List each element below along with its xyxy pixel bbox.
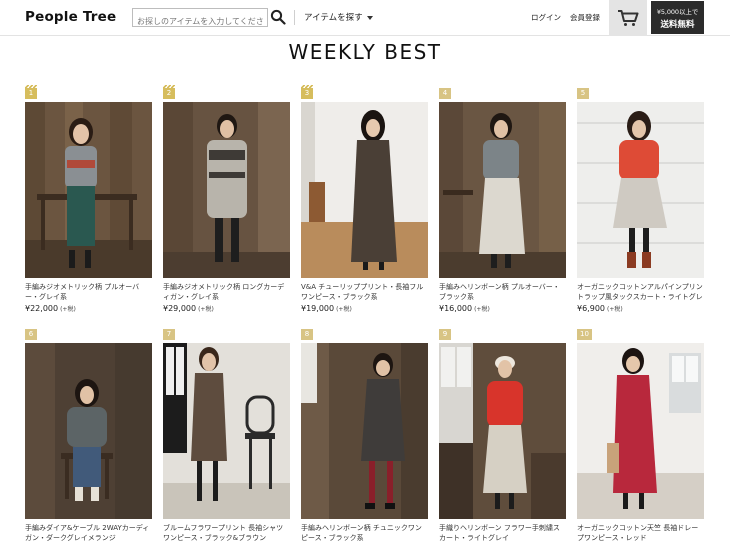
product-price: ¥16,000 (+税) <box>439 304 490 313</box>
rank-badge: 3 <box>301 85 313 99</box>
product-name[interactable]: ブルームフラワープリント 長袖シャツワンピース・ブラック&ブラウン <box>163 523 290 543</box>
product-photo[interactable] <box>163 102 290 278</box>
product-name[interactable]: 手編みヘリンボーン柄 チュニックワンピース・ブラック系 <box>301 523 428 543</box>
product-price: ¥22,000 (+税) <box>25 304 76 313</box>
product-image <box>163 343 290 519</box>
register-link[interactable]: 会員登録 <box>570 12 600 23</box>
find-item-menu[interactable]: アイテムを探す <box>304 11 373 23</box>
tax-note: (+税) <box>607 306 623 313</box>
rank-badge: 1 <box>25 85 37 99</box>
product-name[interactable]: 手織りヘリンボーン フラワー手刺繍スカート・ライトグレイ <box>439 523 566 543</box>
price-value: ¥6,900 <box>577 304 605 313</box>
product-image <box>439 102 566 278</box>
product-photo[interactable] <box>439 102 566 278</box>
search-field[interactable] <box>132 8 268 30</box>
product-name[interactable]: オーガニックコットンアルパインプリントラップ風タックスカート・ライトグレイ系 <box>577 282 704 302</box>
product-image <box>25 343 152 519</box>
price-value: ¥29,000 <box>163 304 197 313</box>
price-value: ¥22,000 <box>25 304 59 313</box>
price-value: ¥16,000 <box>439 304 473 313</box>
rank-badge: 2 <box>163 85 175 99</box>
product-price: ¥29,000 (+税) <box>163 304 214 313</box>
site-logo[interactable]: People Tree <box>25 9 116 25</box>
product-photo[interactable] <box>439 343 566 519</box>
login-link[interactable]: ログイン <box>531 12 561 23</box>
product-name[interactable]: オーガニックコットン天竺 長袖ドレープワンピース・レッド <box>577 523 704 543</box>
product-image <box>577 343 704 519</box>
product-price: ¥6,900 (+税) <box>577 304 623 313</box>
product-photo[interactable] <box>163 343 290 519</box>
product-photo[interactable] <box>577 343 704 519</box>
product-photo[interactable] <box>25 102 152 278</box>
product-price: ¥19,000 (+税) <box>301 304 352 313</box>
product-name[interactable]: 手編みジオメトリック柄 ロングカーディガン・グレイ系 <box>163 282 290 302</box>
rank-badge: 4 <box>439 88 451 99</box>
rank-badge: 8 <box>301 329 313 340</box>
product-photo[interactable] <box>25 343 152 519</box>
chevron-down-icon <box>366 15 373 20</box>
rank-badge: 7 <box>163 329 175 340</box>
tax-note: (+税) <box>474 306 490 313</box>
product-image <box>577 102 704 278</box>
product-name[interactable]: 手編みジオメトリック柄 プルオーバー・グレイ系 <box>25 282 152 302</box>
tax-note: (+税) <box>198 306 214 313</box>
tax-note: (+税) <box>336 306 352 313</box>
cart-button[interactable] <box>609 0 647 36</box>
shipping-threshold: ¥5,000以上で <box>656 8 699 16</box>
product-image <box>439 343 566 519</box>
price-value: ¥19,000 <box>301 304 335 313</box>
rank-badge: 9 <box>439 329 451 340</box>
tax-note: (+税) <box>60 306 76 313</box>
page-title: WEEKLY BEST <box>288 40 442 64</box>
product-name[interactable]: 手編みダイア&ケーブル 2WAYカーディガン・ダークグレイメランジ <box>25 523 152 543</box>
find-item-label: アイテムを探す <box>304 13 363 23</box>
rank-badge: 6 <box>25 329 37 340</box>
product-image <box>301 343 428 519</box>
product-photo[interactable] <box>301 102 428 278</box>
product-image <box>163 102 290 278</box>
site-header: People Tree アイテムを探す ログイン 会員登録 ¥5,000以上で … <box>0 0 730 36</box>
product-image <box>301 102 428 278</box>
product-image <box>25 102 152 278</box>
cart-icon <box>618 10 639 26</box>
rank-badge: 5 <box>577 88 589 99</box>
shipping-free-label: 送料無料 <box>660 20 695 30</box>
product-photo[interactable] <box>577 102 704 278</box>
product-photo[interactable] <box>301 343 428 519</box>
product-name[interactable]: V&A チューリッププリント・長袖フルワンピース・ブラック系 <box>301 282 428 302</box>
free-shipping-badge: ¥5,000以上で 送料無料 <box>651 1 704 34</box>
search-icon[interactable] <box>270 9 286 25</box>
product-name[interactable]: 手編みヘリンボーン柄 プルオーバー・ブラック系 <box>439 282 566 302</box>
header-divider <box>294 10 295 25</box>
search-input[interactable] <box>133 13 267 30</box>
rank-badge: 10 <box>577 329 592 340</box>
